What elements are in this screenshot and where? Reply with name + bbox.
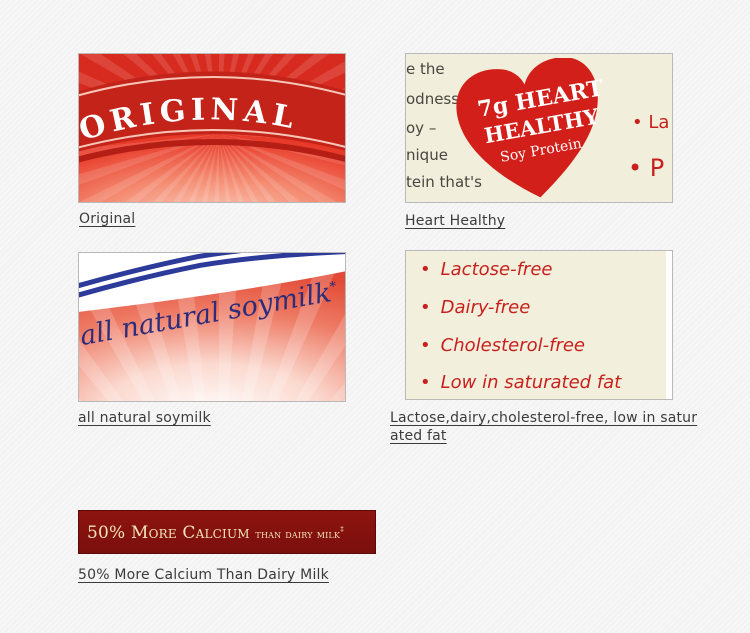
free-from-list-image[interactable]: • Lactose-free • Dairy-free • Cholesterol-f… <box>405 250 673 400</box>
caption-calcium[interactable]: 50% More Calcium Than Dairy Milk <box>78 566 329 584</box>
body-text-line: oy – <box>406 119 437 137</box>
heart-healthy-image[interactable]: e the odness oy – nique tein that's 7g H… <box>405 53 673 203</box>
calcium-banner-image[interactable]: 50% More Calcium than dairy milk‡ <box>78 510 376 554</box>
caption-free-from[interactable]: Lactose,dairy,cholesterol-free, low in s… <box>390 409 700 445</box>
soymilk-image[interactable]: all natural soymilk* <box>78 252 346 402</box>
original-image[interactable]: ORIGINAL <box>78 53 346 203</box>
list-item: • Low in saturated fat <box>420 372 622 393</box>
body-text-line: odness <box>406 90 460 108</box>
list-item: • Dairy-free <box>420 297 531 318</box>
bullet-fragment: • P <box>628 154 665 182</box>
original-banner: ORIGINAL <box>79 71 345 163</box>
tile-edge <box>666 251 672 399</box>
caption-heart-healthy[interactable]: Heart Healthy <box>405 212 505 230</box>
bullet-fragment: • La <box>632 112 670 133</box>
list-item: • Lactose-free <box>420 259 553 280</box>
body-text-line: e the <box>406 60 445 78</box>
list-item: • Cholesterol-free <box>420 335 585 356</box>
heart-badge: 7g HEART HEALTHY Soy Protein <box>456 58 606 198</box>
caption-soymilk[interactable]: all natural soymilk <box>78 409 211 427</box>
body-text-line: nique <box>406 146 448 164</box>
calcium-banner-text: 50% More Calcium than dairy milk‡ <box>87 523 344 543</box>
caption-original[interactable]: Original <box>79 210 135 228</box>
